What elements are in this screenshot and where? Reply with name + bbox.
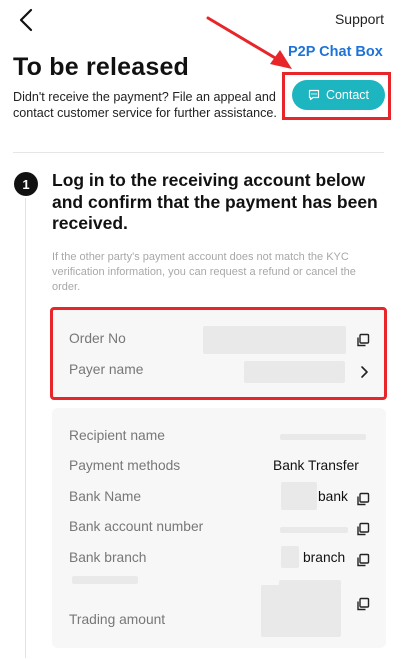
copy-icon[interactable] xyxy=(356,333,370,347)
copy-icon[interactable] xyxy=(356,553,370,567)
bank-branch-value-redacted xyxy=(281,546,299,568)
bank-name-label: Bank Name xyxy=(69,489,142,504)
support-link[interactable]: Support xyxy=(335,11,384,27)
bank-branch-value: branch xyxy=(303,550,346,565)
order-no-value-redacted xyxy=(203,326,346,354)
trading-amount-label: Trading amount xyxy=(69,612,166,627)
annotation-label: P2P Chat Box xyxy=(288,44,383,60)
contact-label: Contact xyxy=(325,88,370,102)
trading-amount-value-redacted xyxy=(261,585,341,637)
recipient-name-label: Recipient name xyxy=(69,428,165,443)
status-subtitle: Didn't receive the payment? File an appe… xyxy=(13,90,277,120)
recipient-name-value-redacted xyxy=(280,434,366,440)
payer-name-label: Payer name xyxy=(69,362,144,377)
chat-icon xyxy=(308,89,320,101)
payer-name-value-redacted xyxy=(244,361,345,383)
bank-name-value: bank xyxy=(318,489,348,504)
contact-button[interactable]: Contact xyxy=(292,80,385,110)
copy-icon[interactable] xyxy=(356,522,370,536)
page-title: To be released xyxy=(13,53,190,81)
extra-field-label-redacted xyxy=(72,576,138,584)
bank-name-value-redacted xyxy=(281,482,317,510)
payment-methods-value: Bank Transfer xyxy=(273,458,359,473)
step-title: Log in to the receiving account below an… xyxy=(52,170,378,233)
chevron-left-icon[interactable] xyxy=(14,6,40,34)
chevron-right-icon[interactable] xyxy=(359,365,369,379)
copy-icon[interactable] xyxy=(356,492,370,506)
step-connector-line xyxy=(25,198,26,658)
bank-account-number-label: Bank account number xyxy=(69,519,204,534)
order-no-label: Order No xyxy=(69,331,126,346)
payment-methods-label: Payment methods xyxy=(69,458,181,473)
section-divider xyxy=(13,152,384,153)
copy-icon[interactable] xyxy=(356,597,370,611)
step-note: If the other party's payment account doe… xyxy=(52,251,356,293)
step-number-badge: 1 xyxy=(14,172,38,196)
bank-branch-label: Bank branch xyxy=(69,550,147,565)
bank-account-number-value-redacted xyxy=(280,527,348,533)
